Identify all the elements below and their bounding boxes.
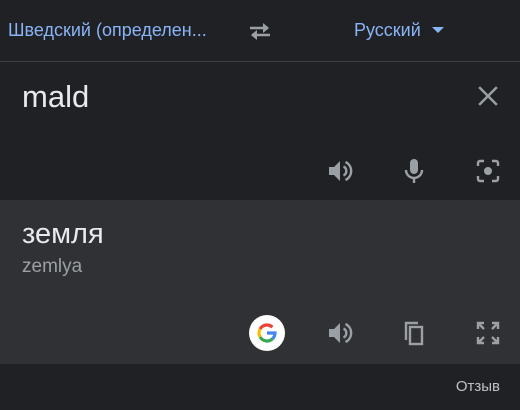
source-language-selector[interactable]: Шведский (определен... bbox=[8, 19, 224, 41]
copy-icon bbox=[404, 321, 424, 346]
arrow-drop-down-icon bbox=[431, 26, 445, 34]
translation-result-area: земля zemlya bbox=[0, 200, 520, 364]
footer: Отзыв bbox=[0, 364, 520, 410]
fullscreen-button[interactable] bbox=[470, 315, 506, 351]
source-input-area[interactable]: mald bbox=[0, 63, 520, 200]
feedback-link[interactable]: Отзыв bbox=[456, 377, 500, 397]
volume-up-icon bbox=[329, 322, 353, 344]
clear-input-button[interactable] bbox=[474, 82, 502, 110]
listen-source-button[interactable] bbox=[322, 153, 358, 189]
close-icon bbox=[478, 86, 498, 106]
target-language-selector[interactable]: Русский bbox=[354, 17, 445, 43]
voice-input-button[interactable] bbox=[396, 153, 432, 189]
camera-icon bbox=[476, 159, 500, 183]
target-language-label: Русский bbox=[354, 19, 421, 40]
language-bar: Шведский (определен... Русский bbox=[0, 0, 520, 62]
transliteration-text: zemlya bbox=[22, 256, 83, 277]
translation-text: земля bbox=[22, 218, 104, 250]
translate-app: Шведский (определен... Русский mald земл… bbox=[0, 0, 520, 410]
camera-input-button[interactable] bbox=[470, 153, 506, 189]
volume-up-icon bbox=[329, 160, 353, 182]
listen-translation-button[interactable] bbox=[322, 315, 358, 351]
fullscreen-icon bbox=[476, 321, 500, 345]
google-search-button[interactable] bbox=[249, 315, 285, 351]
source-text[interactable]: mald bbox=[22, 79, 89, 115]
google-icon bbox=[257, 323, 277, 343]
swap-horiz-icon bbox=[250, 23, 270, 40]
copy-translation-button[interactable] bbox=[396, 315, 432, 351]
swap-languages-button[interactable] bbox=[244, 16, 276, 46]
mic-icon bbox=[404, 159, 424, 183]
